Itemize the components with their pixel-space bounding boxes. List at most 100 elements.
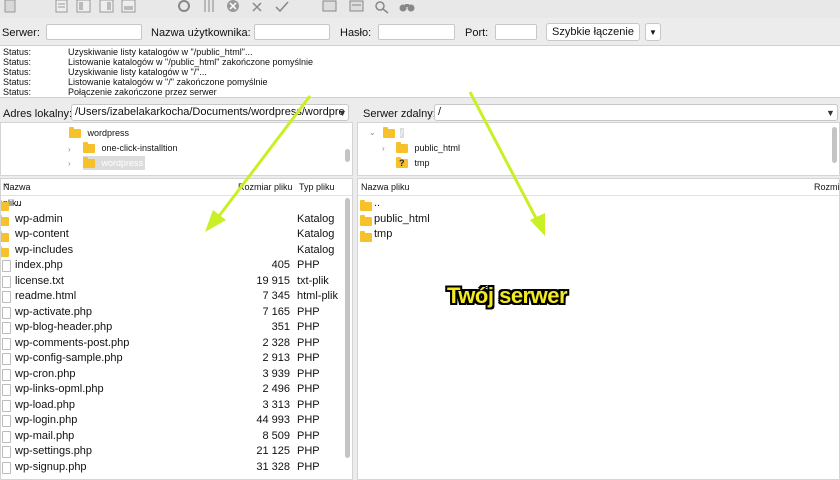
remote-file-list[interactable]: Nazwa pliku Rozmi .. public_html tmp — [357, 178, 840, 480]
file-size: 7 345 — [262, 290, 290, 302]
tree-item[interactable]: one-click-installtion — [83, 141, 178, 155]
remote-directory-tree[interactable]: ⌄ / › public_html ? tmp — [357, 122, 840, 176]
file-icon[interactable] — [54, 0, 70, 14]
file-name: wp-settings.php — [15, 445, 93, 457]
log-message: Połączenie zakończone przez serwer — [68, 87, 217, 97]
disconnect-icon[interactable] — [3, 0, 19, 14]
host-input[interactable] — [46, 24, 142, 40]
layout-icon[interactable] — [99, 0, 115, 14]
column-header-name[interactable]: Nazwa pliku — [361, 179, 410, 195]
unknown-folder-icon: ? — [396, 157, 408, 169]
table-row[interactable]: wp-comments-post.php 2 328 PHP — [1, 336, 341, 351]
chevron-right-icon[interactable]: › — [68, 159, 71, 168]
compare-icon[interactable] — [274, 0, 290, 14]
chevron-down-icon[interactable]: ▼ — [338, 108, 347, 118]
file-name: wp-load.php — [15, 398, 75, 411]
tree-item-label: wordpress — [87, 128, 130, 138]
refresh-icon[interactable] — [176, 0, 192, 14]
username-input[interactable] — [254, 24, 330, 40]
file-type: PHP — [297, 367, 320, 380]
chevron-down-icon[interactable]: ▼ — [826, 108, 835, 118]
tree-item-label: / — [399, 128, 405, 138]
table-row[interactable]: wp-cron.php 3 939 PHP — [1, 367, 341, 382]
table-row[interactable]: public_html — [358, 212, 828, 227]
quickconnect-dropdown-button[interactable]: ▼ — [645, 23, 661, 41]
table-row[interactable]: wp-config-sample.php 2 913 PHP — [1, 351, 341, 366]
filter-icon[interactable] — [201, 0, 217, 14]
tree-item-selected[interactable]: wordpress — [83, 156, 146, 170]
table-row[interactable]: .. — [1, 196, 341, 211]
host-label: Serwer: — [2, 27, 40, 39]
tree-item[interactable]: public_html — [396, 141, 460, 155]
tree-item[interactable]: ? tmp — [396, 156, 430, 170]
table-row[interactable]: wp-includes Katalog — [1, 243, 341, 258]
table-row[interactable]: wp-blog-header.php 351 PHP — [1, 320, 341, 335]
table-row[interactable]: wp-load.php 3 313 PHP — [1, 398, 341, 413]
column-header-size[interactable]: Rozmiar pliku — [238, 179, 293, 195]
local-file-list[interactable]: Nazwa pliku ⌃ Rozmiar pliku Typ pliku ..… — [0, 178, 353, 480]
binoculars-icon[interactable] — [399, 0, 415, 14]
table-row[interactable]: wp-login.php 44 993 PHP — [1, 413, 341, 428]
message-log[interactable]: Status: Uzyskiwanie listy katalogów w "/… — [0, 45, 840, 98]
log-row: Status: Uzyskiwanie listy katalogów w "/… — [3, 47, 833, 57]
file-name: wp-admin — [15, 212, 63, 225]
folder-icon — [383, 127, 395, 139]
table-row[interactable]: wp-signup.php 31 328 PHP — [1, 460, 341, 475]
table-row[interactable]: wp-activate.php 7 165 PHP — [1, 305, 341, 320]
file-type: PHP — [297, 305, 320, 318]
log-message: Uzyskiwanie listy katalogów w "/"... — [68, 67, 207, 77]
file-name: wp-signup.php — [15, 460, 87, 473]
scrollbar-thumb[interactable] — [832, 127, 837, 163]
table-row[interactable]: index.php 405 PHP — [1, 258, 341, 273]
file-size: 351 — [271, 321, 290, 333]
column-header-type[interactable]: Typ pliku — [299, 179, 335, 195]
table-row[interactable]: license.txt 19 915 txt-plik — [1, 274, 341, 289]
column-header-size[interactable]: Rozmi — [814, 179, 839, 195]
table-row[interactable]: wp-links-opml.php 2 496 PHP — [1, 382, 341, 397]
scrollbar-thumb[interactable] — [345, 198, 350, 458]
table-row[interactable]: tmp — [358, 227, 828, 242]
table-row[interactable]: wp-content Katalog — [1, 227, 341, 242]
tree-item[interactable]: wordpress — [69, 126, 129, 140]
table-row[interactable]: readme.html 7 345 html-plik — [1, 289, 341, 304]
remote-address-input[interactable]: / — [434, 104, 838, 121]
password-input[interactable] — [378, 24, 455, 40]
file-type: Katalog — [297, 243, 335, 256]
cancel-icon[interactable] — [225, 0, 241, 14]
log-message: Listowanie katalogów w "/" zakończone po… — [68, 77, 268, 87]
scrollbar-thumb[interactable] — [345, 149, 350, 162]
file-size: 21 125 — [256, 445, 290, 457]
cancel-icon[interactable] — [250, 0, 266, 14]
chevron-down-icon[interactable]: ⌄ — [369, 128, 376, 137]
compare-icon[interactable] — [349, 0, 365, 14]
log-message: Uzyskiwanie listy katalogów w "/public_h… — [68, 47, 253, 57]
layout-icon[interactable] — [76, 0, 92, 14]
file-type: PHP — [297, 445, 320, 457]
log-message: Listowanie katalogów w "/public_html" za… — [68, 57, 314, 67]
search-icon[interactable] — [374, 0, 390, 14]
sort-up-icon: ⌃ — [3, 182, 11, 192]
file-type: PHP — [297, 336, 320, 349]
table-row[interactable]: .. — [358, 196, 828, 211]
local-address-input[interactable]: /Users/izabelakarkocha/Documents/wordpre… — [71, 104, 349, 121]
quickconnect-button[interactable]: Szybkie łączenie — [546, 23, 640, 41]
table-row[interactable]: wp-admin Katalog — [1, 212, 341, 227]
folder-icon — [396, 142, 408, 154]
file-name: wp-comments-post.php — [15, 336, 130, 349]
tree-item-label: public_html — [414, 143, 461, 153]
chevron-right-icon[interactable]: › — [68, 145, 71, 154]
file-size: 3 939 — [262, 367, 290, 380]
password-label: Hasło: — [340, 27, 372, 39]
tree-item[interactable]: / — [383, 126, 405, 140]
local-directory-tree[interactable]: wordpress › one-click-installtion › word… — [0, 122, 353, 176]
layout-icon[interactable] — [121, 0, 137, 14]
table-row[interactable]: wp-mail.php 8 509 PHP — [1, 429, 341, 444]
table-row[interactable]: wp-settings.php 21 125 PHP — [1, 444, 341, 459]
chevron-right-icon[interactable]: › — [382, 144, 385, 153]
chevron-down-icon: ▼ — [649, 28, 657, 37]
search-icon[interactable] — [322, 0, 338, 14]
port-input[interactable] — [495, 24, 537, 40]
file-size: 31 328 — [256, 460, 290, 473]
username-label: Nazwa użytkownika: — [151, 27, 251, 39]
local-address-value: /Users/izabelakarkocha/Documents/wordpre… — [75, 106, 345, 118]
